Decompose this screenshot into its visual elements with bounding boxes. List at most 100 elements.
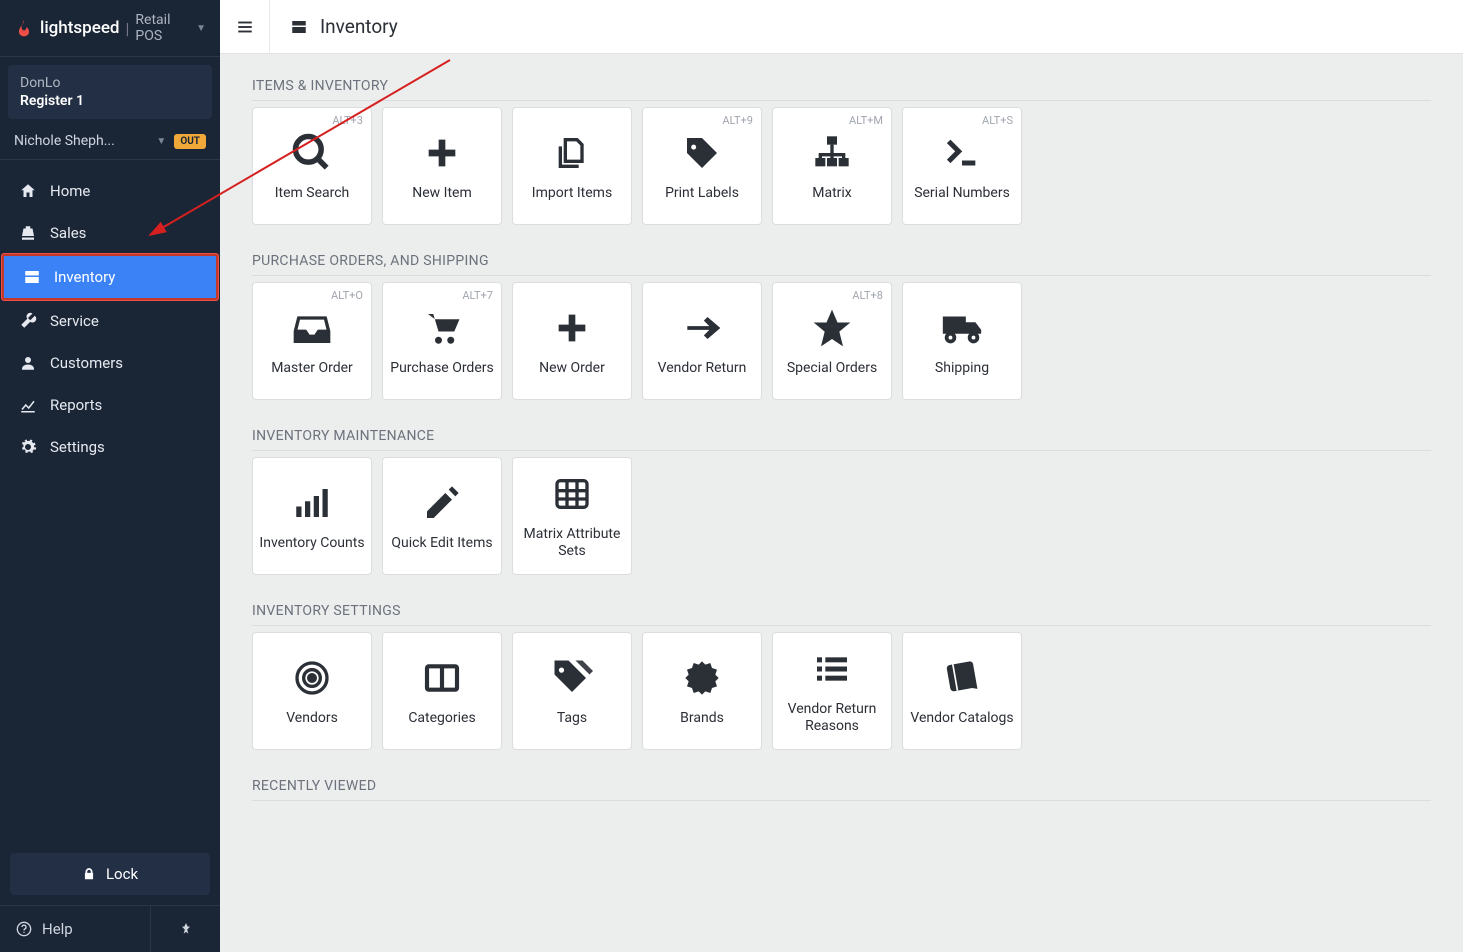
tile-label: Tags xyxy=(557,710,587,727)
tile-label: Special Orders xyxy=(787,360,877,377)
pin-button[interactable] xyxy=(150,906,220,952)
tile-matrix[interactable]: ALT+M Matrix xyxy=(772,107,892,225)
tile-row-maint: Inventory Counts Quick Edit Items Matrix… xyxy=(252,457,1431,575)
tile-quick-edit[interactable]: Quick Edit Items xyxy=(382,457,502,575)
register-name: Register 1 xyxy=(20,93,200,109)
tile-categories[interactable]: Categories xyxy=(382,632,502,750)
tile-shipping[interactable]: Shipping xyxy=(902,282,1022,400)
tile-label: Matrix Attribute Sets xyxy=(519,526,625,560)
tile-vendors[interactable]: Vendors xyxy=(252,632,372,750)
tile-item-search[interactable]: ALT+3 Item Search xyxy=(252,107,372,225)
chart-icon xyxy=(16,396,40,414)
lock-icon xyxy=(82,867,96,881)
shortcut-label: ALT+S xyxy=(982,114,1013,127)
tile-label: Categories xyxy=(408,710,475,727)
question-icon xyxy=(16,921,32,937)
user-selector[interactable]: Nichole Sheph... ▼ OUT xyxy=(0,127,220,160)
tile-import-items[interactable]: Import Items xyxy=(512,107,632,225)
store-name: DonLo xyxy=(20,75,200,91)
tile-label: Import Items xyxy=(532,185,612,202)
tile-row-items: ALT+3 Item Search New Item Import Items … xyxy=(252,107,1431,225)
section-title-po: PURCHASE ORDERS, AND SHIPPING xyxy=(252,253,1431,276)
shortcut-label: ALT+7 xyxy=(462,289,493,302)
cart-icon xyxy=(421,306,463,350)
hierarchy-icon xyxy=(812,131,852,175)
seal-icon xyxy=(682,656,722,700)
tags-icon xyxy=(551,656,593,700)
shortcut-label: ALT+M xyxy=(849,114,883,127)
shortcut-label: ALT+O xyxy=(331,289,363,302)
brand-bar[interactable]: lightspeed | Retail POS ▼ xyxy=(0,0,220,57)
tile-serial-numbers[interactable]: ALT+S Serial Numbers xyxy=(902,107,1022,225)
tile-matrix-attr-sets[interactable]: Matrix Attribute Sets xyxy=(512,457,632,575)
tile-purchase-orders[interactable]: ALT+7 Purchase Orders xyxy=(382,282,502,400)
section-title-items: ITEMS & INVENTORY xyxy=(252,78,1431,101)
plus-icon xyxy=(552,306,592,350)
wrench-icon xyxy=(16,312,40,330)
store-selector[interactable]: DonLo Register 1 xyxy=(8,65,212,119)
tile-label: Inventory Counts xyxy=(259,535,364,552)
terminal-icon xyxy=(942,131,982,175)
user-name: Nichole Sheph... xyxy=(14,133,150,149)
tile-label: Vendors xyxy=(286,710,338,727)
table-icon xyxy=(552,472,592,516)
shortcut-label: ALT+8 xyxy=(852,289,883,302)
tile-inventory-counts[interactable]: Inventory Counts xyxy=(252,457,372,575)
help-label: Help xyxy=(42,920,73,938)
tile-brands[interactable]: Brands xyxy=(642,632,762,750)
tile-return-reasons[interactable]: Vendor Return Reasons xyxy=(772,632,892,750)
tile-special-orders[interactable]: ALT+8 Special Orders xyxy=(772,282,892,400)
tile-label: Vendor Catalogs xyxy=(910,710,1013,727)
lock-label: Lock xyxy=(106,865,138,883)
sidebar-item-label: Customers xyxy=(50,354,123,372)
home-icon xyxy=(16,182,40,200)
main: Inventory ITEMS & INVENTORY ALT+3 Item S… xyxy=(220,0,1463,952)
sidebar-item-label: Home xyxy=(50,182,90,200)
tile-label: Vendor Return xyxy=(658,360,747,377)
sidebar-item-sales[interactable]: Sales xyxy=(0,212,220,254)
hamburger-icon xyxy=(236,18,254,36)
tile-new-item[interactable]: New Item xyxy=(382,107,502,225)
section-title-recent: RECENTLY VIEWED xyxy=(252,778,1431,801)
tile-label: Serial Numbers xyxy=(914,185,1010,202)
tile-vendor-return[interactable]: Vendor Return xyxy=(642,282,762,400)
tile-label: Purchase Orders xyxy=(390,360,493,377)
section-title-settings: INVENTORY SETTINGS xyxy=(252,603,1431,626)
brand-product: Retail POS xyxy=(135,12,192,44)
sidebar-item-service[interactable]: Service xyxy=(0,300,220,342)
pencil-icon xyxy=(422,481,462,525)
tile-label: New Order xyxy=(539,360,605,377)
sidebar-item-settings[interactable]: Settings xyxy=(0,426,220,468)
tile-label: Shipping xyxy=(935,360,989,377)
tile-master-order[interactable]: ALT+O Master Order xyxy=(252,282,372,400)
sidebar-item-inventory[interactable]: Inventory xyxy=(2,254,218,300)
gear-icon xyxy=(16,438,40,456)
pin-icon xyxy=(179,922,193,936)
sidebar-item-reports[interactable]: Reports xyxy=(0,384,220,426)
menu-toggle[interactable] xyxy=(220,0,270,54)
files-icon xyxy=(552,131,592,175)
tile-label: Vendor Return Reasons xyxy=(779,701,885,735)
tile-label: Matrix xyxy=(812,185,852,202)
truck-icon xyxy=(939,306,985,350)
tile-new-order[interactable]: New Order xyxy=(512,282,632,400)
sidebar-item-home[interactable]: Home xyxy=(0,170,220,212)
drawer-icon xyxy=(290,18,308,36)
tile-tags[interactable]: Tags xyxy=(512,632,632,750)
breadcrumb: Inventory xyxy=(270,15,418,38)
section-title-maint: INVENTORY MAINTENANCE xyxy=(252,428,1431,451)
drawer-icon xyxy=(20,268,44,286)
lock-button[interactable]: Lock xyxy=(10,853,210,895)
user-icon xyxy=(16,354,40,372)
sidebar-item-label: Settings xyxy=(50,438,105,456)
help-button[interactable]: Help xyxy=(0,906,150,952)
nav-list: Home Sales Inventory Service Customers R… xyxy=(0,160,220,468)
tile-label: Master Order xyxy=(271,360,353,377)
sidebar: lightspeed | Retail POS ▼ DonLo Register… xyxy=(0,0,220,952)
tag-icon xyxy=(682,131,722,175)
register-icon xyxy=(16,224,40,242)
tile-print-labels[interactable]: ALT+9 Print Labels xyxy=(642,107,762,225)
tile-vendor-catalogs[interactable]: Vendor Catalogs xyxy=(902,632,1022,750)
shortcut-label: ALT+9 xyxy=(722,114,753,127)
sidebar-item-customers[interactable]: Customers xyxy=(0,342,220,384)
